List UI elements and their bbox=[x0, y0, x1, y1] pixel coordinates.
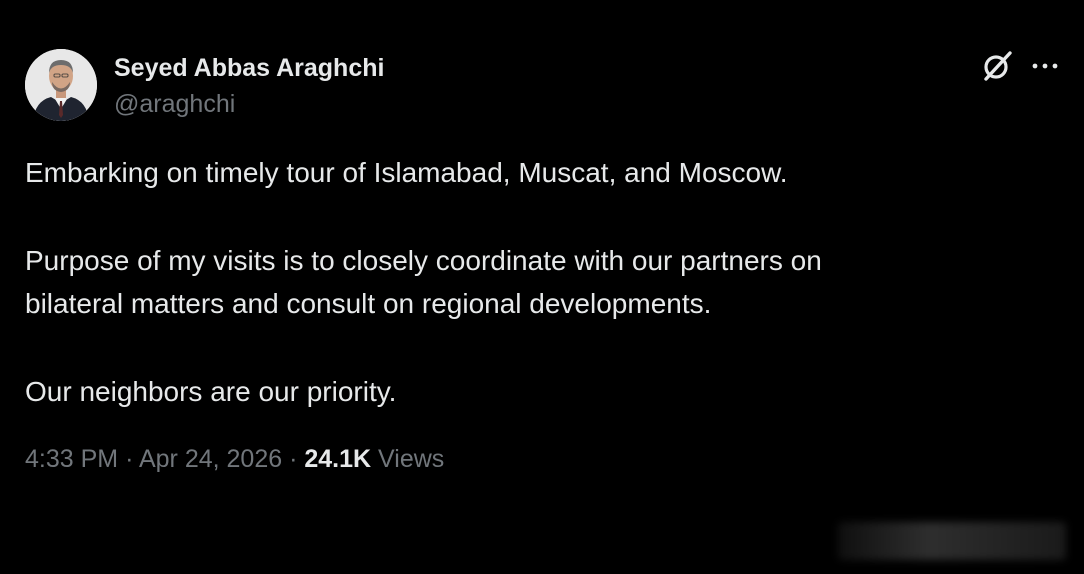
tweet-header: Seyed Abbas Araghchi @araghchi bbox=[25, 49, 1065, 123]
meta-separator: · bbox=[125, 445, 134, 473]
tweet-time[interactable]: 4:33 PM bbox=[25, 445, 118, 473]
tweet-paragraph: Embarking on timely tour of Islamabad, M… bbox=[25, 151, 1055, 194]
blurred-watermark bbox=[838, 522, 1066, 560]
tweet-line: Embarking on timely tour of Islamabad, M… bbox=[25, 157, 788, 188]
tweet-date[interactable]: Apr 24, 2026 bbox=[139, 445, 282, 473]
views-count[interactable]: 24.1K bbox=[304, 445, 371, 473]
profile-photo-icon bbox=[25, 49, 97, 121]
tweet-meta: 4:33 PM · Apr 24, 2026 · 24.1K Views bbox=[25, 442, 444, 476]
tweet-paragraph: Purpose of my visits is to closely coord… bbox=[25, 239, 1055, 325]
grok-icon[interactable] bbox=[980, 49, 1014, 83]
tweet-paragraph: Our neighbors are our priority. bbox=[25, 370, 1055, 413]
views-label: Views bbox=[378, 445, 445, 473]
author-handle[interactable]: @araghchi bbox=[114, 89, 384, 119]
avatar[interactable] bbox=[25, 49, 97, 121]
author-names: Seyed Abbas Araghchi @araghchi bbox=[114, 53, 384, 119]
author-display-name[interactable]: Seyed Abbas Araghchi bbox=[114, 53, 384, 83]
more-options-icon[interactable] bbox=[1030, 54, 1060, 78]
tweet-line: Purpose of my visits is to closely coord… bbox=[25, 245, 822, 276]
tweet-line: Our neighbors are our priority. bbox=[25, 376, 397, 407]
tweet-card: Seyed Abbas Araghchi @araghchi Embarking… bbox=[0, 0, 1084, 574]
tweet-text: Embarking on timely tour of Islamabad, M… bbox=[25, 151, 1055, 413]
meta-separator: · bbox=[289, 445, 298, 473]
tweet-line: bilateral matters and consult on regiona… bbox=[25, 288, 712, 319]
